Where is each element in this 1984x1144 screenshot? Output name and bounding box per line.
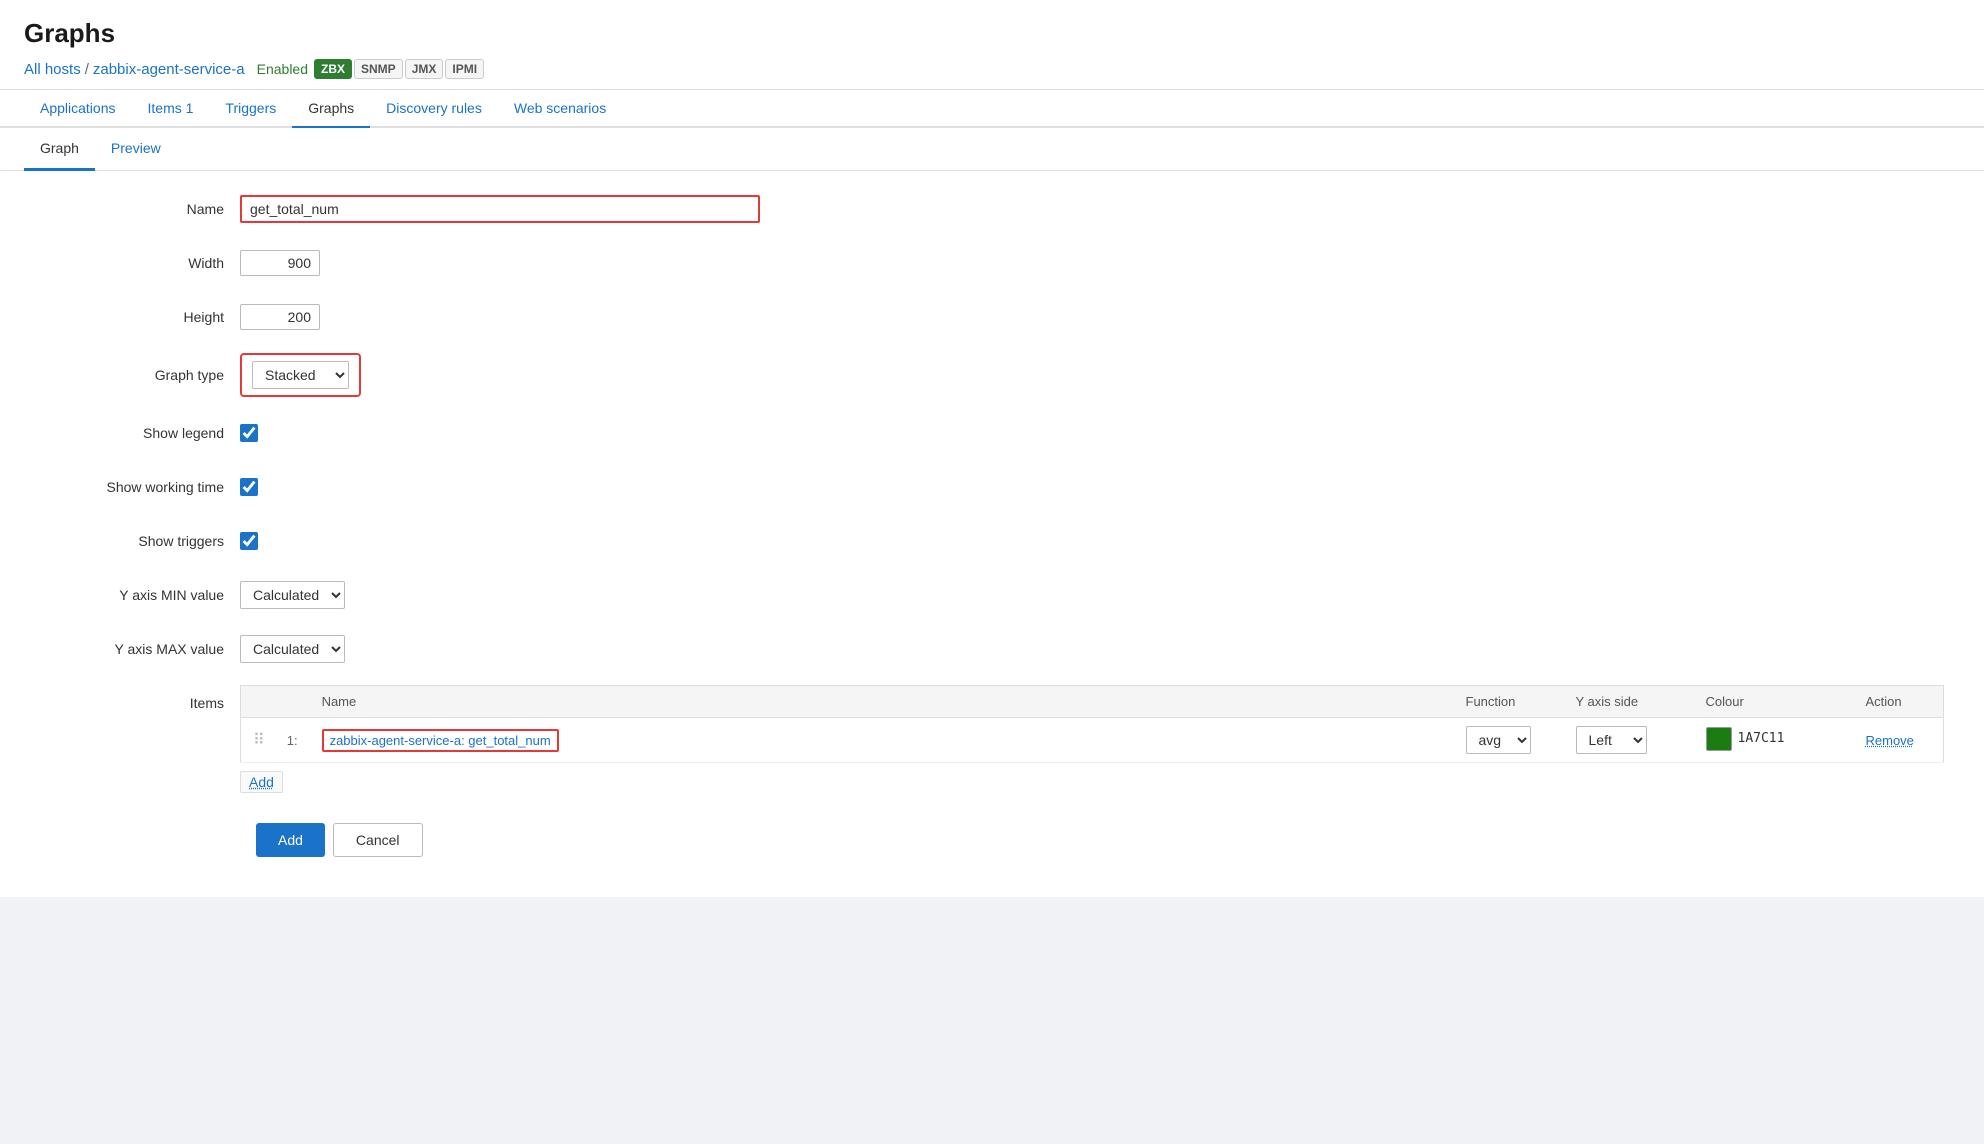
drag-handle-icon[interactable]: ⠿ [253,732,263,749]
colour-swatch[interactable] [1706,727,1732,751]
function-select[interactable]: min avg max all last [1466,726,1531,754]
nav-tab-triggers[interactable]: Triggers [209,90,292,128]
row-number: 1: [275,718,310,763]
badge-jmx: JMX [405,59,444,79]
y-axis-max-select[interactable]: Calculated Fixed Item [240,635,345,663]
col-name: Name [310,686,1454,718]
y-axis-min-label: Y axis MIN value [40,587,240,603]
colour-text: 1A7C11 [1738,731,1785,746]
form-area: Name Width Height Graph type Normal Stac… [0,171,1984,897]
add-button[interactable]: Add [256,823,325,857]
show-working-time-label: Show working time [40,479,240,495]
y-axis-side-cell: Left Right [1564,718,1694,763]
col-num [275,686,310,718]
items-table: Name Function Y axis side Colour Action … [240,685,1944,763]
show-triggers-label: Show triggers [40,533,240,549]
form-row-show-working-time: Show working time [40,469,1944,505]
col-y-axis-side: Y axis side [1564,686,1694,718]
content-area: Graph Preview Name Width Height Graph ty… [0,128,1984,897]
nav-tab-applications[interactable]: Applications [24,90,132,128]
form-row-name: Name [40,191,1944,227]
items-label: Items [40,685,240,711]
add-item-row: Add [240,771,1944,793]
add-item-link[interactable]: Add [240,771,283,793]
show-working-time-checkbox[interactable] [240,478,258,496]
form-row-items: Items Name Function Y axis side Colour A… [40,685,1944,793]
show-triggers-checkbox[interactable] [240,532,258,550]
items-table-header: Name Function Y axis side Colour Action [241,686,1944,718]
form-row-width: Width [40,245,1944,281]
items-content: Name Function Y axis side Colour Action … [240,685,1944,793]
nav-tabs-bar: Applications Items 1 Triggers Graphs Dis… [0,90,1984,128]
breadcrumb-host[interactable]: zabbix-agent-service-a [93,61,245,78]
col-drag [241,686,275,718]
col-function: Function [1454,686,1564,718]
form-row-graph-type: Graph type Normal Stacked Pie Exploded [40,353,1944,397]
width-input[interactable] [240,250,320,276]
action-cell: Remove [1854,718,1944,763]
form-row-height: Height [40,299,1944,335]
remove-link[interactable]: Remove [1866,733,1914,748]
nav-tab-discovery-rules[interactable]: Discovery rules [370,90,498,128]
colour-box: 1A7C11 [1706,727,1785,751]
width-label: Width [40,255,240,271]
height-input[interactable] [240,304,320,330]
y-axis-min-select[interactable]: Calculated Fixed Item [240,581,345,609]
badge-zbx: ZBX [314,59,352,79]
page-header: Graphs All hosts / zabbix-agent-service-… [0,0,1984,90]
form-row-y-axis-max: Y axis MAX value Calculated Fixed Item [40,631,1944,667]
badge-snmp: SNMP [354,59,403,79]
breadcrumb-separator: / [85,61,89,78]
nav-tab-web-scenarios[interactable]: Web scenarios [498,90,622,128]
y-axis-side-select[interactable]: Left Right [1576,726,1647,754]
badge-ipmi: IPMI [445,59,484,79]
tab-graph[interactable]: Graph [24,128,95,171]
nav-tab-graphs[interactable]: Graphs [292,90,370,128]
form-row-show-triggers: Show triggers [40,523,1944,559]
drag-handle-cell: ⠿ [241,718,275,763]
nav-tab-items[interactable]: Items 1 [132,90,210,128]
colour-cell: 1A7C11 [1694,718,1854,763]
table-row: ⠿ 1: zabbix-agent-service-a: get_total_n… [241,718,1944,763]
show-legend-label: Show legend [40,425,240,441]
status-enabled: Enabled [253,61,312,77]
item-name-link[interactable]: zabbix-agent-service-a: get_total_num [322,729,559,752]
tab-preview[interactable]: Preview [95,128,177,171]
col-colour: Colour [1694,686,1854,718]
height-label: Height [40,309,240,325]
graph-type-select[interactable]: Normal Stacked Pie Exploded [252,361,349,389]
graph-type-label: Graph type [40,367,240,383]
form-row-y-axis-min: Y axis MIN value Calculated Fixed Item [40,577,1944,613]
breadcrumb: All hosts / zabbix-agent-service-a Enabl… [24,59,1960,79]
show-legend-checkbox[interactable] [240,424,258,442]
y-axis-max-label: Y axis MAX value [40,641,240,657]
form-tab-panel: Graph Preview [0,128,1984,171]
form-buttons: Add Cancel [256,823,1944,857]
item-name-cell: zabbix-agent-service-a: get_total_num [310,718,1454,763]
function-cell: min avg max all last [1454,718,1564,763]
name-input[interactable] [240,195,760,223]
graph-type-group: Normal Stacked Pie Exploded [240,353,361,397]
cancel-button[interactable]: Cancel [333,823,423,857]
form-row-show-legend: Show legend [40,415,1944,451]
host-badges: Enabled ZBX SNMP JMX IPMI [253,59,484,79]
page-title: Graphs [24,18,1960,49]
col-action: Action [1854,686,1944,718]
name-label: Name [40,201,240,217]
breadcrumb-all-hosts[interactable]: All hosts [24,61,81,78]
